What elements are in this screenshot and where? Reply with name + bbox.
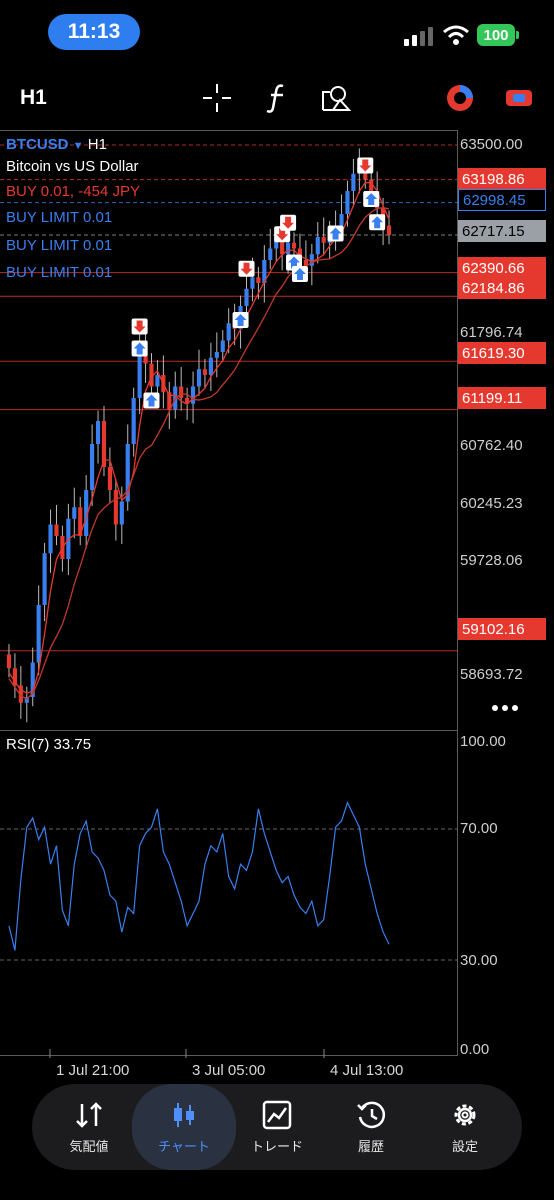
price-box-position: 62998.45 <box>458 189 546 211</box>
candle-body <box>351 173 356 191</box>
bottom-nav: 気配値 チャート トレード 履歴 設定 <box>32 1084 522 1170</box>
candle-body <box>202 369 208 375</box>
price-scale-label: 63500.00 <box>460 136 523 153</box>
time-axis-label: 3 Jul 05:00 <box>192 1062 266 1079</box>
candle-body <box>6 654 12 669</box>
price-scale-label: 60762.40 <box>460 437 523 454</box>
candle-body <box>315 237 320 255</box>
candle-body <box>220 340 225 352</box>
rsi-scale-label: 0.00 <box>460 1041 490 1058</box>
candle-body <box>54 524 59 536</box>
rsi-scale-label: 70.00 <box>460 820 498 837</box>
time-axis-label: 1 Jul 21:00 <box>56 1062 130 1079</box>
price-box-current: 62717.15 <box>458 220 546 242</box>
candle-body <box>291 242 297 249</box>
order-line-0[interactable]: BUY 0.01, -454 JPY <box>6 183 140 200</box>
candle-body <box>107 467 113 490</box>
price-box-limit: 62184.86 <box>458 277 546 299</box>
quotes-icon <box>76 1101 102 1128</box>
rsi-scale-label: 30.00 <box>460 952 498 969</box>
candle-body <box>48 524 53 554</box>
nav-label: チャート <box>158 1138 210 1154</box>
time-axis-label: 4 Jul 13:00 <box>330 1062 404 1079</box>
more-icon[interactable] <box>490 702 520 714</box>
candle-body <box>113 490 118 525</box>
moving-average-line <box>8 182 390 694</box>
candle-body <box>208 357 213 375</box>
chart-symbol[interactable]: BTCUSD <box>6 136 69 153</box>
order-line-3[interactable]: BUY LIMIT 0.01 <box>6 264 112 281</box>
candle-body <box>190 386 196 404</box>
candle-body <box>268 248 273 260</box>
chart-symbol-row: BTCUSD ▼ H1 <box>6 136 107 153</box>
candle-body <box>72 507 77 519</box>
candle-body <box>244 288 249 306</box>
candle-body <box>196 369 202 387</box>
candle-body <box>250 277 255 289</box>
settings-icon <box>454 1104 476 1125</box>
rsi-line <box>8 800 390 951</box>
price-box-limit: 59102.16 <box>458 618 546 640</box>
candle-body <box>155 375 160 387</box>
nav-settings[interactable]: 設定 <box>416 1084 514 1170</box>
nav-label: トレード <box>250 1138 303 1154</box>
candle-body <box>179 386 184 398</box>
rsi-scale-label: 100.00 <box>460 733 506 750</box>
order-line-1[interactable]: BUY LIMIT 0.01 <box>6 209 112 226</box>
nav-history[interactable]: 履歴 <box>322 1084 420 1170</box>
nav-trade[interactable]: トレード <box>228 1084 326 1170</box>
price-box-limit: 61619.30 <box>458 342 546 364</box>
nav-label: 履歴 <box>357 1138 384 1154</box>
price-box-sell: 63198.86 <box>458 168 546 190</box>
candle-body <box>386 225 392 236</box>
candle-body <box>90 444 95 490</box>
rsi-header: RSI(7) 33.75 <box>6 736 91 753</box>
chart-symbol-timeframe: H1 <box>87 136 107 153</box>
price-box-limit: 61199.11 <box>458 387 546 409</box>
candle-body <box>42 553 47 605</box>
candle-body <box>226 323 231 341</box>
candle-body <box>285 242 291 255</box>
candle-body <box>256 277 261 283</box>
candle-body <box>36 605 41 663</box>
price-scale-label: 58693.72 <box>460 666 523 683</box>
chart-icon <box>174 1102 194 1127</box>
order-line-2[interactable]: BUY LIMIT 0.01 <box>6 237 112 254</box>
rsi-value: 33.75 <box>53 736 92 753</box>
nav-label: 気配値 <box>69 1138 109 1154</box>
candle-body <box>321 237 326 243</box>
candle-body <box>345 191 350 214</box>
candle-body <box>214 352 219 358</box>
rsi-label: RSI(7) <box>6 736 50 753</box>
symbol-dropdown-icon[interactable]: ▼ <box>73 140 84 152</box>
nav-label: 設定 <box>451 1138 478 1154</box>
nav-quotes[interactable]: 気配値 <box>40 1084 138 1170</box>
trade-icon <box>262 1100 292 1129</box>
price-scale-label: 59728.06 <box>460 552 523 569</box>
candle-body <box>131 398 136 444</box>
moving-average-line <box>8 207 390 700</box>
history-icon <box>357 1101 386 1128</box>
chart-description: Bitcoin vs US Dollar <box>6 158 139 175</box>
price-box-limit: 62390.66 <box>458 257 546 279</box>
price-scale-label: 60245.23 <box>460 495 523 512</box>
candle-body <box>339 214 344 226</box>
price-scale-label: 61796.74 <box>460 324 523 341</box>
candle-body <box>119 501 124 525</box>
nav-chart[interactable]: チャート <box>132 1084 236 1170</box>
candle-body <box>95 421 101 444</box>
